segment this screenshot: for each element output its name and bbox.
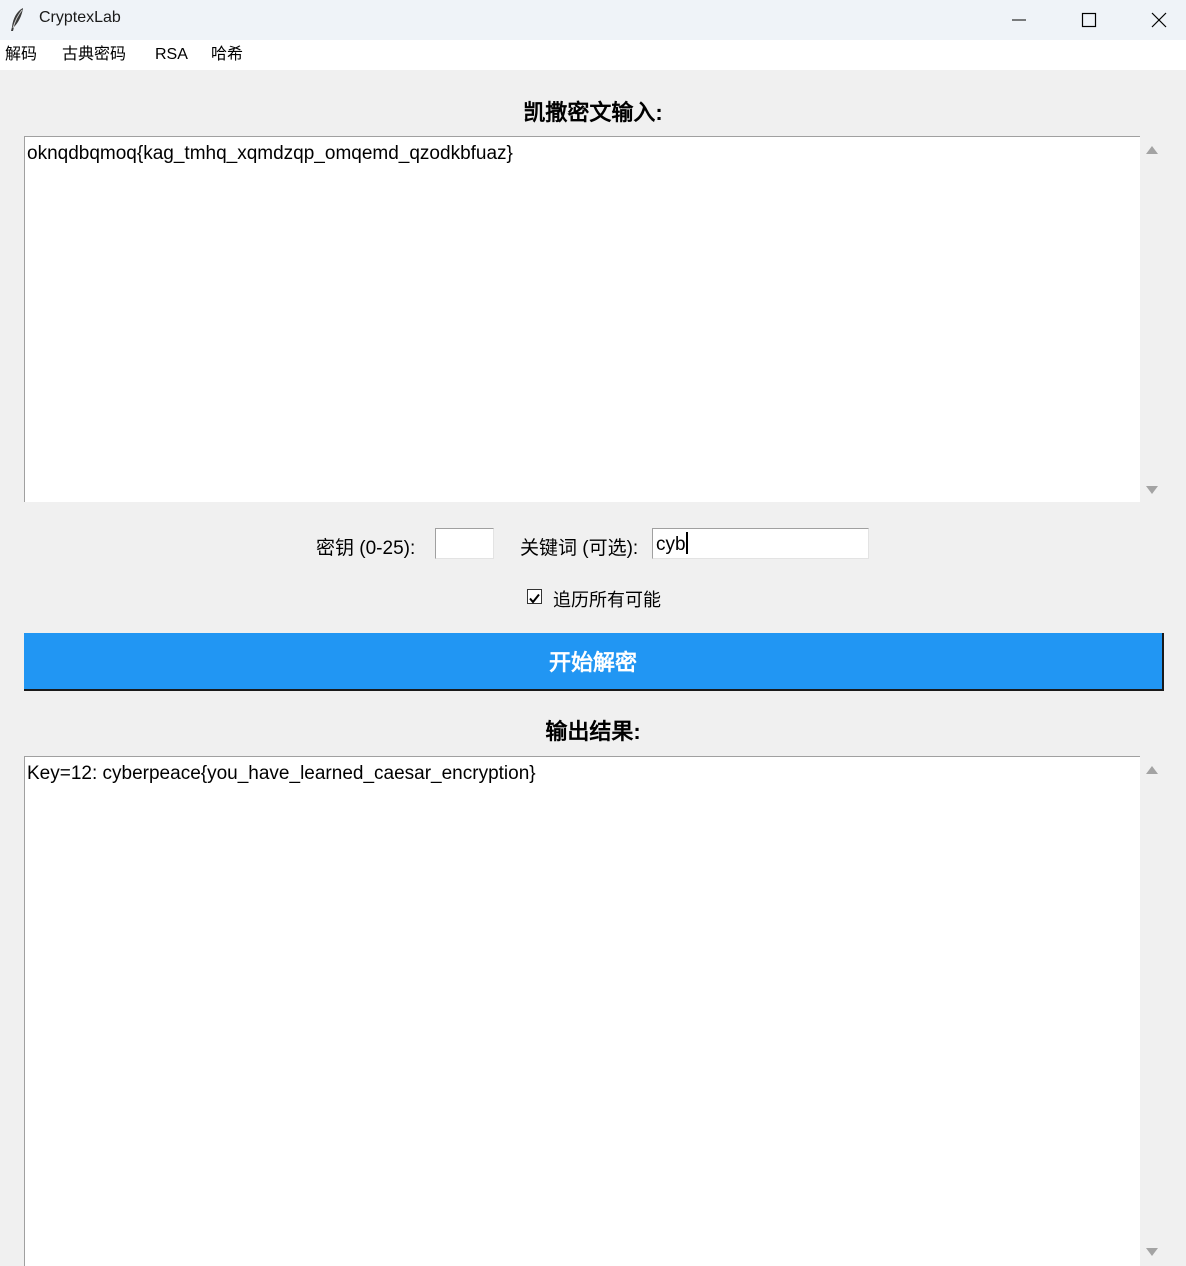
keyword-label: 关键词 (可选): bbox=[520, 538, 639, 559]
input-scrollbar[interactable] bbox=[1140, 136, 1164, 502]
menu-decode[interactable]: 解码 bbox=[5, 45, 37, 65]
decrypt-button[interactable]: 开始解密 bbox=[24, 633, 1164, 691]
close-button[interactable] bbox=[1136, 0, 1182, 40]
bruteforce-label[interactable]: 追历所有可能 bbox=[553, 586, 661, 612]
output-text[interactable]: Key=12: cyberpeace{you_have_learned_caes… bbox=[24, 756, 1140, 1266]
menu-bar: 解码 古典密码 RSA 哈希 bbox=[0, 40, 1186, 70]
output-heading: 输出结果: bbox=[545, 719, 641, 744]
output-scrollbar[interactable] bbox=[1140, 756, 1164, 1266]
title-bar: CryptexLab bbox=[0, 0, 1186, 40]
maximize-button[interactable] bbox=[1066, 0, 1112, 40]
menu-classical-cipher[interactable]: 古典密码 bbox=[62, 45, 126, 65]
scroll-down-icon[interactable] bbox=[1146, 1248, 1158, 1256]
close-icon bbox=[1151, 12, 1167, 28]
text-caret bbox=[685, 532, 688, 554]
window-title: CryptexLab bbox=[39, 9, 121, 26]
key-input[interactable] bbox=[435, 528, 494, 559]
keyword-value: cyb bbox=[656, 534, 686, 555]
minimize-icon bbox=[1012, 19, 1026, 21]
input-heading: 凯撒密文输入: bbox=[523, 100, 663, 125]
scroll-down-icon[interactable] bbox=[1146, 486, 1158, 494]
menu-rsa[interactable]: RSA bbox=[155, 45, 188, 65]
scroll-up-icon[interactable] bbox=[1146, 146, 1158, 154]
minimize-button[interactable] bbox=[996, 0, 1042, 40]
feather-icon bbox=[8, 7, 28, 33]
keyword-input[interactable]: cyb bbox=[652, 528, 869, 559]
checkmark-icon bbox=[529, 593, 540, 604]
scroll-up-icon[interactable] bbox=[1146, 766, 1158, 774]
app-window: CryptexLab 解码 古典密码 RSA 哈希 凯撒密文输入: oknqdb… bbox=[0, 0, 1186, 1266]
ciphertext-input[interactable]: oknqdbqmoq{kag_tmhq_xqmdzqp_omqemd_qzodk… bbox=[24, 136, 1140, 502]
maximize-icon bbox=[1081, 12, 1097, 28]
bruteforce-checkbox[interactable] bbox=[527, 589, 542, 604]
menu-hash[interactable]: 哈希 bbox=[211, 45, 243, 65]
key-label: 密钥 (0-25): bbox=[316, 538, 416, 559]
